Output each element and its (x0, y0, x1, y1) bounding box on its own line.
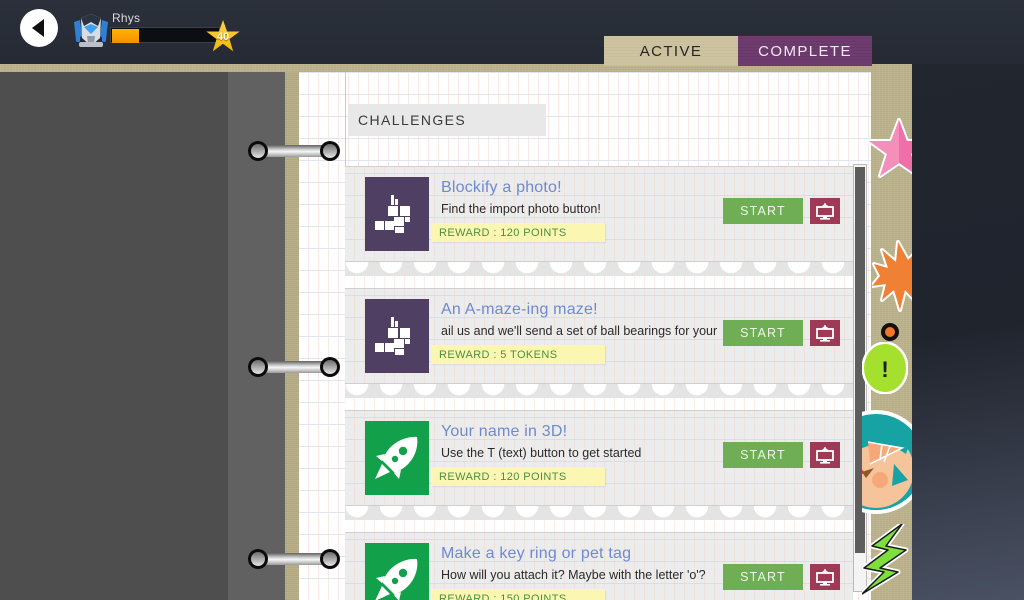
back-button[interactable] (20, 9, 58, 47)
tab-bar: ACTIVE COMPLETE (604, 36, 872, 66)
level-badge: 40 (206, 20, 240, 53)
left-mid-pane (228, 72, 285, 600)
tab-active[interactable]: ACTIVE (604, 36, 738, 66)
card-perforation (345, 506, 853, 532)
challenge-title: Your name in 3D! (441, 423, 568, 440)
challenges-list: Blockify a photo! Find the import photo b… (345, 166, 855, 600)
start-button[interactable]: START (723, 564, 803, 590)
challenges-list-viewport[interactable]: Blockify a photo! Find the import photo b… (345, 166, 871, 600)
blocks-icon (365, 177, 429, 251)
rocket-icon (365, 421, 429, 495)
xp-bar (110, 27, 220, 43)
tv-screen-icon-button[interactable] (810, 564, 840, 590)
challenge-card[interactable]: An A-maze-ing maze! ail us and we'll send… (345, 288, 853, 384)
section-header: CHALLENGES (348, 104, 546, 136)
list-scrollbar[interactable] (853, 164, 867, 592)
challenge-reward-tag: REWARD : 120 POINTS (431, 467, 605, 486)
rocket-icon (365, 543, 429, 600)
section-title: CHALLENGES (358, 112, 467, 128)
notebook-page: CHALLENGES Blockify a photo! Find the imp… (299, 72, 871, 600)
challenge-title: Blockify a photo! (441, 179, 562, 196)
tab-complete-label: COMPLETE (758, 42, 852, 60)
tv-screen-icon-button[interactable] (810, 320, 840, 346)
start-button[interactable]: START (723, 442, 803, 468)
tab-active-label: ACTIVE (639, 42, 703, 60)
left-dark-pane (0, 72, 228, 600)
right-background (912, 0, 1024, 600)
start-button[interactable]: START (723, 198, 803, 224)
tab-complete[interactable]: COMPLETE (738, 36, 872, 66)
binder-spine (285, 72, 299, 600)
robot-avatar-icon[interactable] (70, 12, 112, 54)
challenge-description: Use the T (text) button to get started (441, 446, 642, 460)
tv-screen-icon-button[interactable] (810, 442, 840, 468)
back-arrow-icon (31, 19, 44, 37)
challenge-card[interactable]: Make a key ring or pet tag How will you a… (345, 532, 853, 600)
challenge-description: ail us and we'll send a set of ball bear… (441, 324, 721, 338)
card-perforation (345, 262, 853, 288)
level-number: 40 (216, 30, 230, 43)
challenge-card[interactable]: Your name in 3D! Use the T (text) button … (345, 410, 853, 506)
xp-track (110, 27, 220, 43)
challenge-card[interactable]: Blockify a photo! Find the import photo b… (345, 166, 853, 262)
challenge-description: How will you attach it? Maybe with the l… (441, 568, 706, 582)
challenge-title: Make a key ring or pet tag (441, 545, 632, 562)
xp-fill (112, 29, 139, 43)
app-stage: ! CHALLENGES Blockify a photo! Find the … (0, 0, 1024, 600)
challenge-reward-tag: REWARD : 5 TOKENS (431, 345, 605, 364)
challenge-title: An A-maze-ing maze! (441, 301, 598, 318)
blocks-icon (365, 299, 429, 373)
scrollbar-thumb[interactable] (855, 167, 865, 553)
challenge-description: Find the import photo button! (441, 202, 601, 216)
start-button[interactable]: START (723, 320, 803, 346)
tv-screen-icon-button[interactable] (810, 198, 840, 224)
card-perforation (345, 384, 853, 410)
challenge-reward-tag: REWARD : 150 POINTS (431, 589, 605, 600)
challenge-reward-tag: REWARD : 120 POINTS (431, 223, 605, 242)
player-name: Rhys (112, 11, 141, 25)
